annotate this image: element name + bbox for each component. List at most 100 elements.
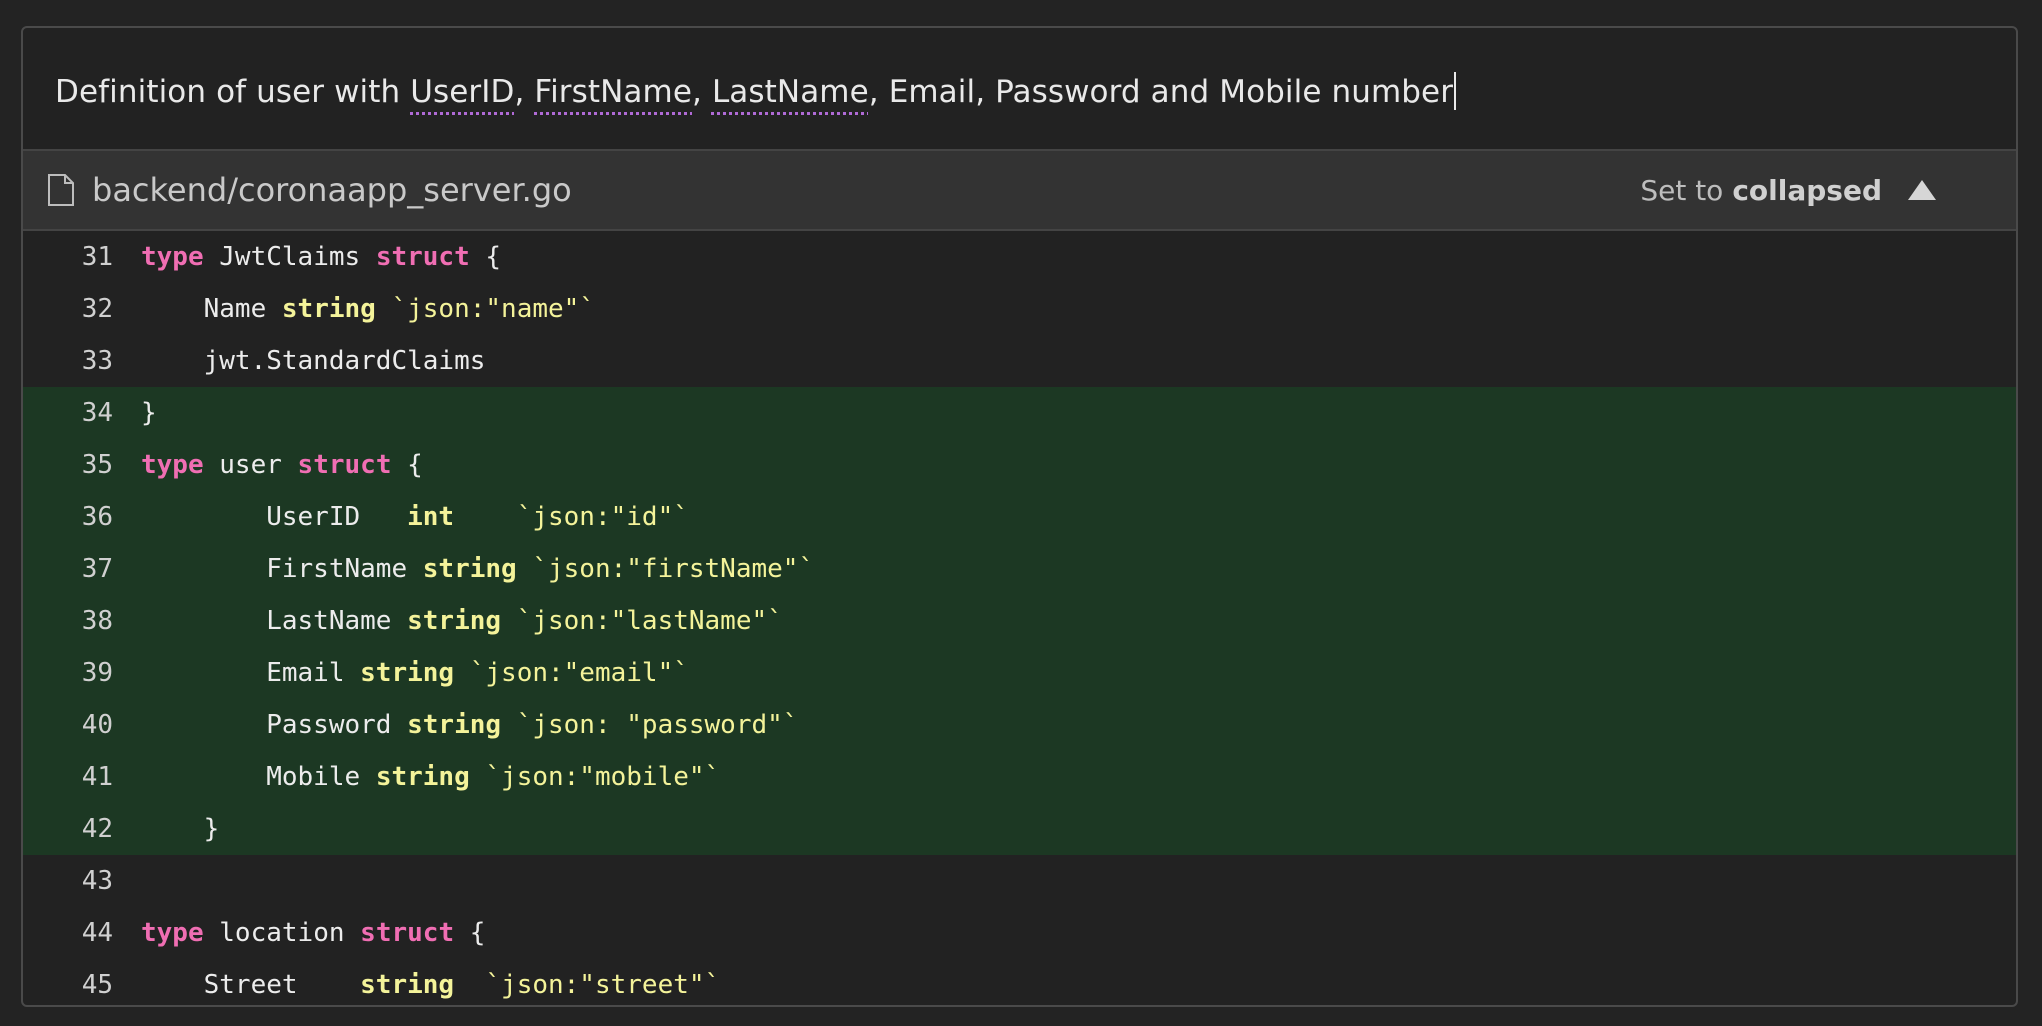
code-line: 45 Street string `json:"street"` (23, 959, 2016, 1005)
collapse-state-label: collapsed (1732, 173, 1882, 207)
line-number: 37 (81, 554, 113, 584)
code-token: string (281, 294, 376, 324)
code-line: 33 jwt.StandardClaims (23, 335, 2016, 387)
code-text: FirstName string `json:"firstName"` (141, 554, 814, 584)
code-token: LastName (141, 606, 408, 636)
code-token: type (141, 242, 204, 272)
code-token: string (375, 762, 470, 792)
code-token: `json:"street"` (454, 970, 721, 1000)
code-text: type user struct { (141, 450, 423, 480)
file-path[interactable]: backend/coronaapp_server.go (92, 171, 572, 209)
line-number: 40 (81, 710, 113, 740)
code-token: FirstName (141, 554, 423, 584)
code-text: type location struct { (141, 918, 485, 948)
query-segment: , (692, 74, 712, 110)
code-token: string (360, 970, 455, 1000)
code-token: struct (297, 450, 392, 480)
code-token: jwt.StandardClaims (141, 346, 486, 376)
code-text: } (141, 398, 157, 428)
line-number: 31 (81, 242, 113, 272)
line-number: 34 (81, 398, 113, 428)
code-token: user (203, 450, 298, 480)
triangle-up-icon (1908, 180, 1936, 200)
code-line: 38 LastName string `json:"lastName"` (23, 595, 2016, 647)
code-token: Email (141, 658, 361, 688)
collapse-toggle-button[interactable]: Set to collapsed (1640, 151, 1936, 229)
code-text: type JwtClaims struct { (141, 242, 501, 272)
code-token: string (360, 658, 455, 688)
code-token: Password (141, 710, 408, 740)
code-token: `json:"name"` (375, 294, 595, 324)
code-line: 40 Password string `json: "password"` (23, 699, 2016, 751)
code-token: type (141, 450, 204, 480)
code-text: Email string `json:"email"` (141, 658, 689, 688)
code-search-result-panel: Definition of user with UserID, FirstNam… (21, 26, 2018, 1007)
line-number: 38 (81, 606, 113, 636)
code-text: LastName string `json:"lastName"` (141, 606, 783, 636)
code-line: 43 (23, 855, 2016, 907)
collapse-prefix-label: Set to (1640, 173, 1724, 207)
code-text: Password string `json: "password"` (141, 710, 798, 740)
search-query-input[interactable]: Definition of user with UserID, FirstNam… (23, 28, 2016, 149)
code-text: UserID int `json:"id"` (141, 502, 689, 532)
code-line: 39 Email string `json:"email"` (23, 647, 2016, 699)
code-token: `json:"lastName"` (501, 606, 783, 636)
spellcheck-word: LastName (711, 74, 869, 110)
code-text: Mobile string `json:"mobile"` (141, 762, 720, 792)
code-line: 34} (23, 387, 2016, 439)
code-token: JwtClaims (203, 242, 376, 272)
code-token: { (469, 242, 502, 272)
code-line: 37 FirstName string `json:"firstName"` (23, 543, 2016, 595)
query-segment: , Email, Password and Mobile number (868, 74, 1454, 110)
code-token: location (203, 918, 361, 948)
code-line: 36 UserID int `json:"id"` (23, 491, 2016, 543)
code-line: 42 } (23, 803, 2016, 855)
file-header: backend/coronaapp_server.go Set to colla… (23, 149, 2016, 231)
line-number: 36 (81, 502, 113, 532)
code-text: Street string `json:"street"` (141, 970, 721, 1000)
spellcheck-word: FirstName (534, 74, 693, 110)
code-token: Street (141, 970, 361, 1000)
line-number: 32 (81, 294, 113, 324)
code-token: `json: "password"` (501, 710, 799, 740)
code-text: } (141, 814, 220, 844)
line-number: 35 (81, 450, 113, 480)
code-token: { (391, 450, 423, 480)
line-number: 39 (81, 658, 113, 688)
code-token: `json:"id"` (454, 502, 689, 532)
code-token: } (141, 814, 220, 844)
line-number: 44 (81, 918, 113, 948)
code-token: { (454, 918, 486, 948)
code-token: UserID (141, 502, 408, 532)
code-token: } (141, 398, 157, 428)
code-token: string (407, 606, 502, 636)
code-token: Mobile (141, 762, 376, 792)
code-view: 31 type JwtClaims struct {32 Name string … (23, 231, 2016, 1005)
code-token: Name (141, 294, 282, 324)
query-segment: Definition of user with (55, 74, 411, 110)
line-number: 33 (81, 346, 113, 376)
code-token: `json:"firstName"` (516, 554, 815, 584)
code-token: struct (360, 918, 455, 948)
code-token: `json:"mobile"` (469, 762, 721, 792)
line-number: 42 (81, 814, 113, 844)
code-line: 41 Mobile string `json:"mobile"` (23, 751, 2016, 803)
code-text: jwt.StandardClaims (141, 346, 486, 376)
file-icon (48, 174, 74, 206)
code-token: struct (375, 242, 470, 272)
code-token: int (407, 502, 455, 532)
code-token: string (407, 710, 502, 740)
code-line: 32 Name string `json:"name"` (23, 283, 2016, 335)
line-number: 45 (81, 970, 113, 1000)
text-caret (1454, 72, 1457, 110)
spellcheck-word: UserID (410, 74, 515, 110)
code-text: Name string `json:"name"` (141, 294, 595, 324)
code-line: 44 type location struct { (23, 907, 2016, 959)
line-number: 41 (81, 762, 113, 792)
query-segment: , (514, 74, 535, 110)
code-token: string (422, 554, 517, 584)
code-line: 31 type JwtClaims struct { (23, 231, 2016, 283)
code-token: `json:"email"` (454, 658, 689, 688)
search-query-text: Definition of user with UserID, FirstNam… (55, 74, 1453, 110)
code-token: type (141, 918, 204, 948)
